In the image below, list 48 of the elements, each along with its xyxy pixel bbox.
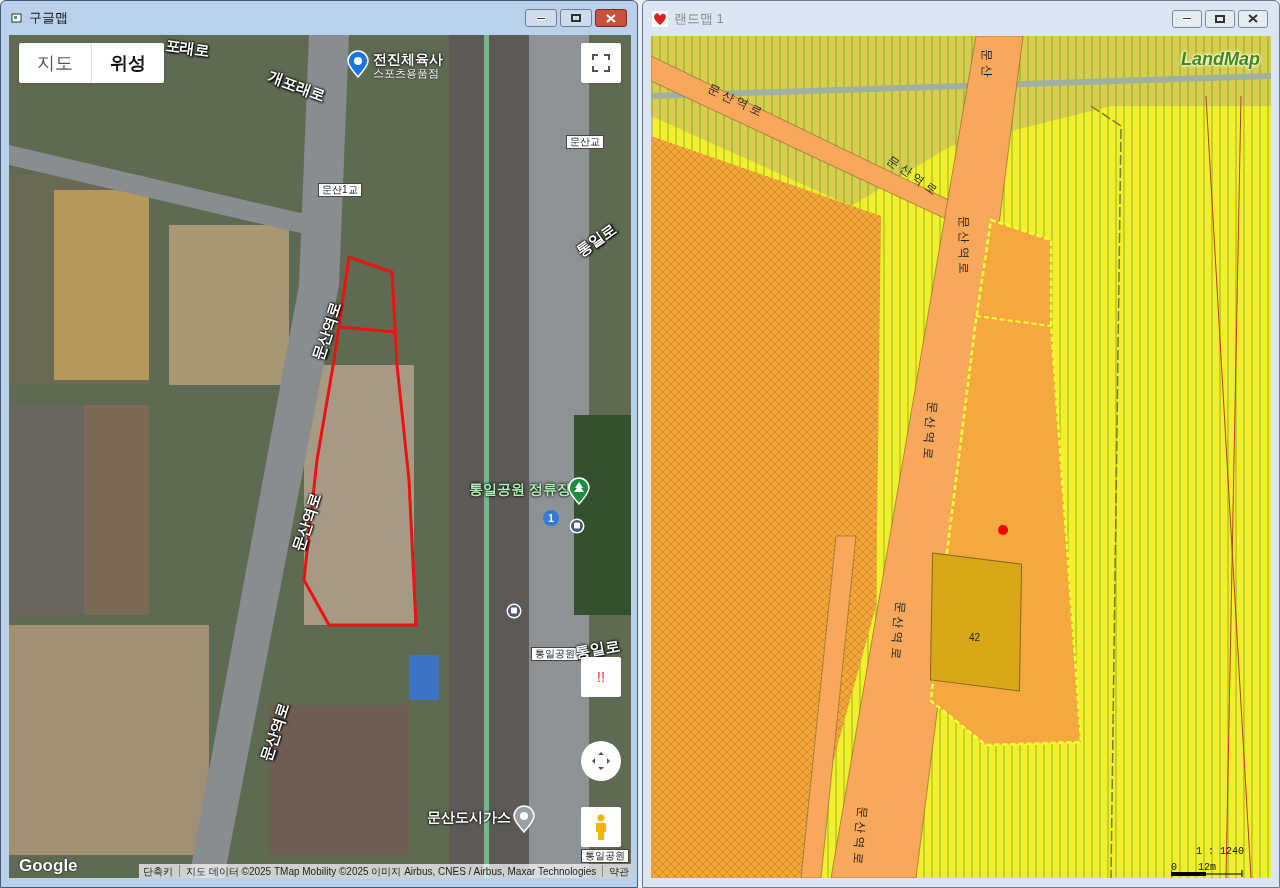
maximize-icon (1215, 14, 1225, 23)
attribution-link[interactable]: 단축키 (143, 863, 173, 878)
road-label: 문 산 역 로 (704, 80, 766, 121)
fullscreen-icon (592, 54, 610, 72)
scale-bar (1171, 870, 1243, 877)
road-label: 문 산 역 로 (956, 216, 972, 274)
road-label: 문 산 역 로 (887, 600, 909, 660)
map-type-tab[interactable]: 위성 (91, 43, 164, 83)
scale-label: 12m (1198, 861, 1216, 875)
minimize-icon (1182, 17, 1192, 20)
bus-icon (506, 603, 522, 619)
place-label: 문산1교 (318, 183, 362, 197)
minimize-button[interactable] (525, 9, 557, 27)
lot-number: 42 (969, 631, 981, 645)
minimize-icon (536, 16, 546, 20)
window-title: 랜드맵 1 (674, 9, 724, 28)
window-title: 구글맵 (29, 9, 68, 28)
close-button[interactable] (595, 9, 627, 27)
arrows-icon (590, 750, 612, 772)
tree-icon[interactable] (567, 477, 591, 505)
road-label: 문 산 역 로 (883, 151, 941, 199)
map-type-tab[interactable]: 지도 (19, 43, 91, 83)
place-label: 문산교 (566, 135, 604, 149)
close-icon (606, 13, 616, 23)
attribution-link[interactable]: 약관 (609, 863, 630, 878)
pegman-icon (594, 814, 608, 840)
road-label: 문 산 역 로 (919, 400, 941, 460)
fullscreen-button[interactable] (581, 43, 621, 83)
poi-category: 스포츠용품점 (373, 67, 439, 81)
close-icon (1248, 14, 1258, 23)
place-pin-icon[interactable] (512, 805, 536, 833)
maximize-button[interactable] (1205, 9, 1235, 28)
alert-button[interactable]: !! (581, 657, 621, 697)
maximize-icon (571, 14, 581, 22)
road-label: 문 산 역 로 (849, 805, 871, 865)
road-label: 문 산 (978, 49, 995, 77)
attribution-text: 지도 데이터 ©2025 TMap Mobility ©2025 이미지 Airbus, CNES / Airbus, Maxar Technologies (186, 864, 597, 878)
maximize-button[interactable] (560, 9, 592, 27)
heart-icon (652, 10, 668, 27)
place-label: 통일공원 (581, 849, 629, 863)
google-logo: Google (19, 855, 78, 877)
app-icon (11, 12, 23, 24)
landmap-logo: LandMap (1181, 48, 1260, 71)
bus-icon (569, 518, 585, 534)
poi-name: 전진체육사 (373, 50, 443, 69)
road-label: 포래로 (163, 35, 212, 62)
close-button[interactable] (1238, 9, 1268, 28)
scale-label: 0 (1171, 861, 1177, 875)
